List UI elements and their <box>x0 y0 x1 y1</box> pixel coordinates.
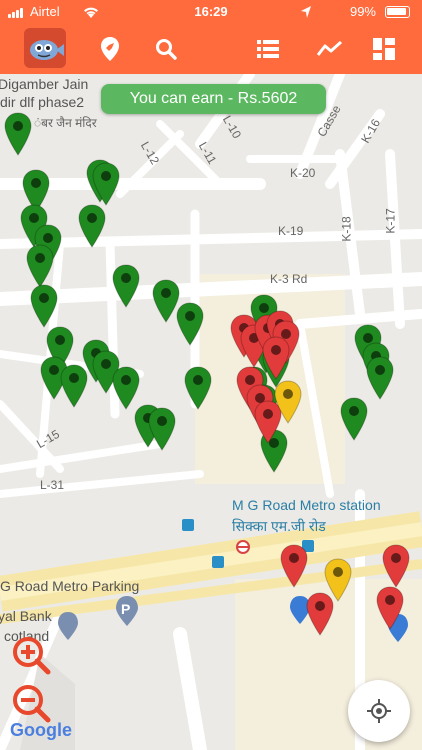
map-pin-available[interactable] <box>78 204 106 248</box>
map-pin-available[interactable] <box>26 244 54 288</box>
map-pin-available[interactable] <box>340 397 368 441</box>
zoom-out-icon <box>13 685 51 723</box>
road-label: K-18 <box>339 216 354 242</box>
battery-percent: 99% <box>349 4 376 19</box>
toolbar <box>0 24 422 74</box>
list-icon[interactable] <box>248 30 288 68</box>
map-pin-available[interactable] <box>148 407 176 451</box>
my-location-button[interactable] <box>348 680 410 742</box>
road-label: K-19 <box>278 224 304 238</box>
map-pin-taken[interactable] <box>376 586 404 630</box>
location-pin-icon[interactable] <box>90 30 130 68</box>
app-logo-icon[interactable] <box>24 28 66 68</box>
my-location-icon <box>367 699 391 723</box>
parking-label: G Road Metro Parking <box>0 578 140 594</box>
place-label: Digamber Jain <box>0 76 89 92</box>
map-pin-taken[interactable] <box>382 544 410 588</box>
bank-label: yal Bank <box>0 608 52 624</box>
app-header: Airtel 16:29 99% <box>0 0 422 74</box>
map-pin-taken[interactable] <box>262 336 290 380</box>
road-label: K-3 Rd <box>270 272 308 286</box>
metro-station-label: सिक्का एम.जी रोड <box>232 518 326 534</box>
search-icon[interactable] <box>146 30 186 68</box>
zoom-in-icon <box>13 637 51 675</box>
map-pin-pending[interactable] <box>324 558 352 602</box>
map-pin-available[interactable] <box>184 366 212 410</box>
google-attribution: Google <box>10 720 72 741</box>
google-logo: Google <box>10 720 72 740</box>
zoom-out-button[interactable] <box>10 682 52 724</box>
dashboard-icon[interactable] <box>364 30 404 68</box>
earnings-banner[interactable]: You can earn - Rs.5602 <box>101 84 326 114</box>
metro-station-label: M G Road Metro station <box>232 497 381 513</box>
map-view[interactable]: P Digamber Jain dir dlf phase2 ंबर जैन म… <box>0 74 422 750</box>
place-label: dir dlf phase2 <box>0 94 85 110</box>
location-arrow-icon <box>301 6 311 18</box>
map-pin-available[interactable] <box>92 162 120 206</box>
trend-chart-icon[interactable] <box>310 30 350 68</box>
map-pin-pending[interactable] <box>274 380 302 424</box>
status-bar: Airtel 16:29 99% <box>0 0 422 24</box>
map-pin-available[interactable] <box>4 112 32 156</box>
place-label: ंबर जैन मंदिर <box>34 116 97 130</box>
battery-icon <box>385 6 410 18</box>
svg-text:P: P <box>121 601 130 617</box>
map-pin-available[interactable] <box>30 284 58 328</box>
road-label: K-20 <box>290 166 316 180</box>
road-label: K-17 <box>383 208 398 234</box>
map-pin-taken[interactable] <box>280 544 308 588</box>
map-pin-available[interactable] <box>176 302 204 346</box>
zoom-in-button[interactable] <box>10 634 52 676</box>
map-pin-available[interactable] <box>366 356 394 400</box>
road-label: L-31 <box>40 478 65 492</box>
map-pin-available[interactable] <box>112 264 140 308</box>
